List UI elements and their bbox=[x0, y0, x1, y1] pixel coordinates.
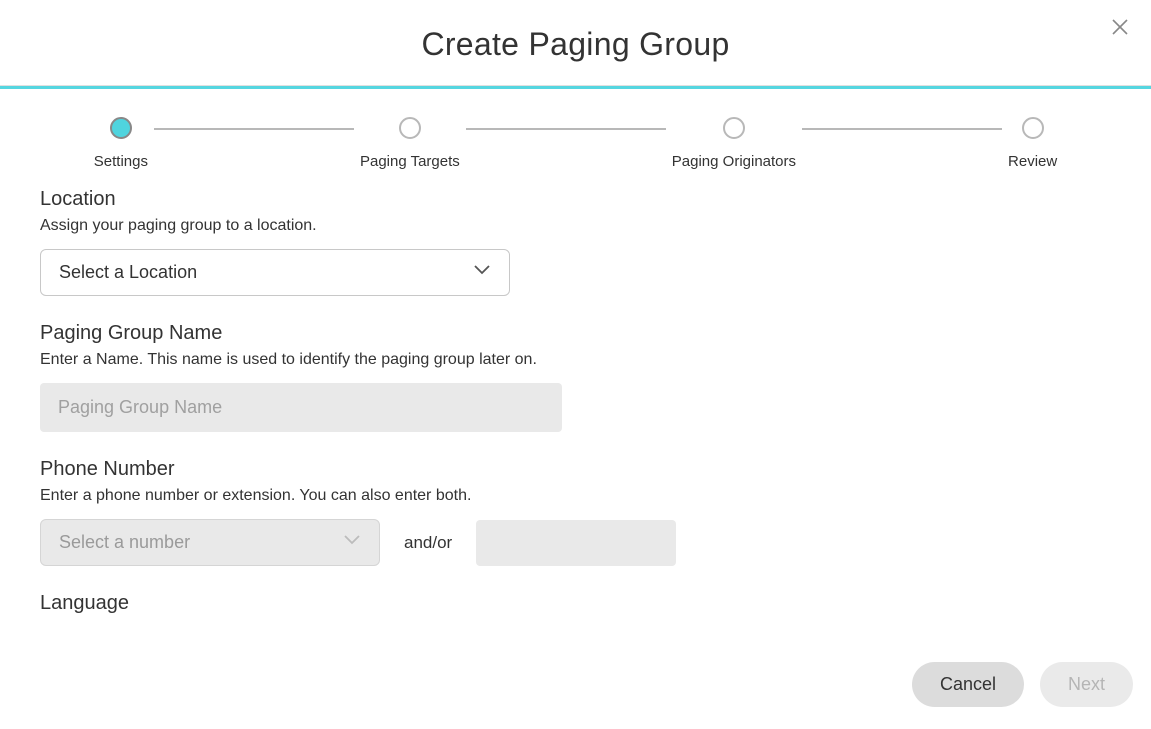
location-select-text: Select a Location bbox=[59, 262, 197, 283]
extension-input[interactable] bbox=[476, 520, 676, 566]
location-select[interactable]: Select a Location bbox=[40, 249, 510, 296]
step-label: Paging Originators bbox=[672, 153, 796, 170]
step-settings[interactable]: Settings bbox=[94, 117, 148, 170]
phone-description: Enter a phone number or extension. You c… bbox=[40, 487, 1111, 505]
form-scroll-area[interactable]: Location Assign your paging group to a l… bbox=[0, 188, 1151, 622]
location-description: Assign your paging group to a location. bbox=[40, 217, 1111, 235]
step-label: Paging Targets bbox=[360, 153, 460, 170]
step-connector bbox=[154, 128, 354, 130]
location-title: Location bbox=[40, 188, 1111, 211]
step-label: Review bbox=[1008, 153, 1057, 170]
modal-footer: Cancel Next bbox=[0, 646, 1151, 729]
language-section: Language Select the paging group languag… bbox=[40, 592, 1111, 622]
step-circle-icon bbox=[723, 117, 745, 139]
language-description: Select the paging group language bbox=[40, 621, 1111, 622]
step-circle-icon bbox=[110, 117, 132, 139]
step-circle-icon bbox=[1022, 117, 1044, 139]
close-button[interactable] bbox=[1111, 18, 1129, 41]
step-connector bbox=[466, 128, 666, 130]
phone-number-select[interactable]: Select a number bbox=[40, 519, 380, 566]
phone-section: Phone Number Enter a phone number or ext… bbox=[40, 458, 1111, 566]
next-button[interactable]: Next bbox=[1040, 662, 1133, 707]
modal-header: Create Paging Group bbox=[0, 0, 1151, 85]
step-label: Settings bbox=[94, 153, 148, 170]
stepper: Settings Paging Targets Paging Originato… bbox=[0, 89, 1151, 188]
step-paging-targets[interactable]: Paging Targets bbox=[360, 117, 460, 170]
step-review[interactable]: Review bbox=[1008, 117, 1057, 170]
chevron-down-icon bbox=[473, 263, 491, 282]
name-section: Paging Group Name Enter a Name. This nam… bbox=[40, 322, 1111, 432]
phone-title: Phone Number bbox=[40, 458, 1111, 481]
step-connector bbox=[802, 128, 1002, 130]
step-paging-originators[interactable]: Paging Originators bbox=[672, 117, 796, 170]
close-icon bbox=[1111, 23, 1129, 40]
name-description: Enter a Name. This name is used to ident… bbox=[40, 351, 1111, 369]
andor-label: and/or bbox=[404, 533, 452, 553]
location-section: Location Assign your paging group to a l… bbox=[40, 188, 1111, 296]
modal-title: Create Paging Group bbox=[0, 26, 1151, 63]
phone-row: Select a number and/or bbox=[40, 519, 1111, 566]
chevron-down-icon bbox=[343, 533, 361, 552]
phone-select-text: Select a number bbox=[59, 532, 190, 553]
language-title: Language bbox=[40, 592, 1111, 615]
name-title: Paging Group Name bbox=[40, 322, 1111, 345]
paging-group-name-input[interactable] bbox=[40, 383, 562, 432]
step-circle-icon bbox=[399, 117, 421, 139]
cancel-button[interactable]: Cancel bbox=[912, 662, 1024, 707]
